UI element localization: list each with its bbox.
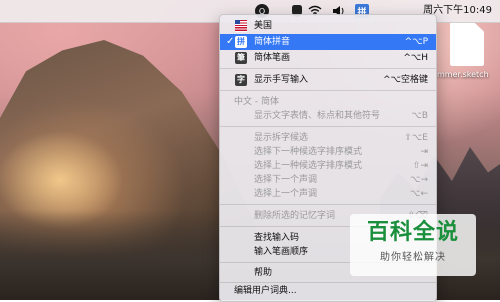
us-flag-icon <box>235 20 247 32</box>
menu-item-stroke[interactable]: 筆 简体笔画 ^⌥H <box>220 50 436 66</box>
menu-separator <box>220 204 436 205</box>
menu-item-edit-user-dictionary[interactable]: 编辑用户词典... <box>220 283 436 299</box>
menu-separator <box>220 68 436 69</box>
menu-separator <box>220 126 436 127</box>
sketch-file-label[interactable]: mmer.sketch <box>437 70 489 79</box>
pinyin-icon: 拼 <box>235 36 247 48</box>
watermark: 百科全说 助你轻松解决 <box>350 214 476 276</box>
shortcut-label: ^⌥P <box>404 37 428 47</box>
menu-item-handwriting[interactable]: 字 显示手写输入 ^⌥空格键 <box>220 72 436 88</box>
menu-item-emoji-symbols: 显示文字表情、标点和其他符号 ⌥B <box>254 111 428 121</box>
stroke-icon: 筆 <box>235 52 247 64</box>
shortcut-label: ^⌥H <box>403 53 428 63</box>
menu-item-us[interactable]: 美国 <box>220 18 436 34</box>
menu-separator <box>220 90 436 91</box>
watermark-subtitle: 助你轻松解决 <box>380 252 446 263</box>
menu-item-pinyin[interactable]: ✓ 拼 简体拼音 ^⌥P <box>220 34 436 50</box>
watermark-title: 百科全说 <box>366 220 459 245</box>
sketch-file-icon[interactable] <box>450 22 484 66</box>
handwriting-icon: 字 <box>235 74 247 86</box>
shortcut-label: ^⌥空格键 <box>383 75 428 85</box>
menu-item-prev-tone: 选择上一个声调 ⌥← <box>254 189 428 199</box>
